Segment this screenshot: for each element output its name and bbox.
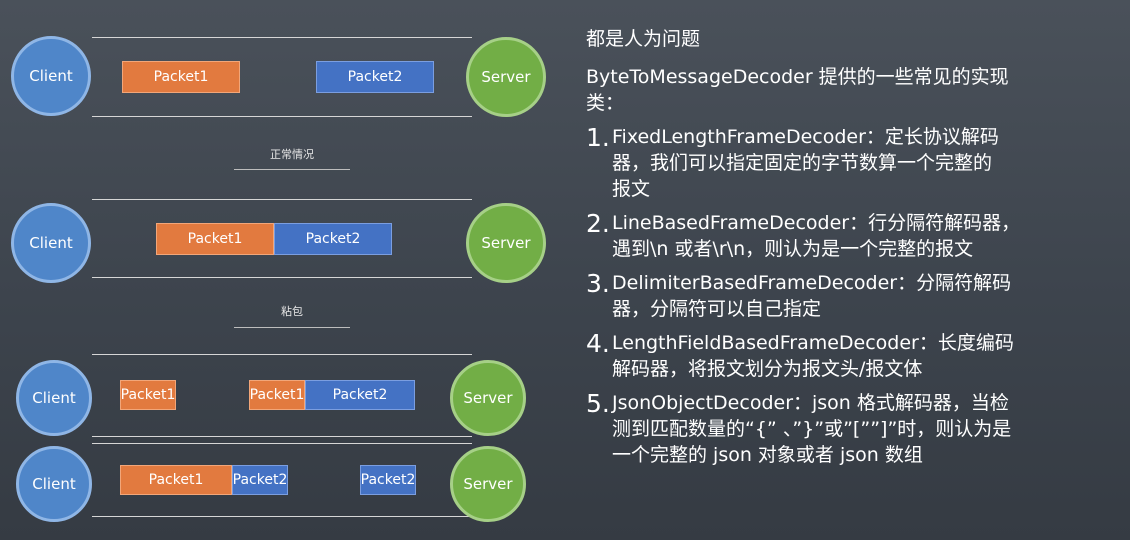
- item-text: 一个完整的 json 对象或者 json 数组: [612, 444, 923, 466]
- server-node: Server: [450, 360, 526, 436]
- item-text: 遇到\n 或者\r\n，则认为是一个完整的报文: [612, 238, 974, 260]
- caption-underline: [234, 169, 350, 170]
- channel-line-top: [92, 443, 472, 444]
- slide-heading: 都是人为问题: [586, 28, 701, 50]
- item-text: JsonObjectDecoder：json 格式解码器，当检: [612, 392, 1009, 414]
- item-text: LengthFieldBasedFrameDecoder：长度编码: [612, 332, 1014, 354]
- item-text: 器，分隔符可以自己指定: [612, 298, 822, 320]
- item-number: 1.: [586, 123, 610, 152]
- packet2-block: Packet2: [232, 465, 288, 495]
- packet2-block: Packet2: [360, 465, 416, 495]
- packet2-block: Packet2: [316, 61, 434, 93]
- packet-diagram: Client Server Packet1 Packet2 正常情况 Clien…: [0, 0, 560, 540]
- caption-sticky: 粘包: [281, 305, 303, 318]
- list-item-json-object: 5. JsonObjectDecoder：json 格式解码器，当检 测到匹配数…: [586, 390, 1116, 468]
- caption-underline: [234, 327, 350, 328]
- item-text: 器，我们可以指定固定的字节数算一个完整的: [612, 152, 993, 174]
- client-node: Client: [16, 360, 92, 436]
- channel-line-bottom: [92, 436, 472, 437]
- channel-line-bottom: [92, 277, 472, 278]
- packet2-block: Packet2: [274, 223, 392, 255]
- item-text: 报文: [612, 178, 651, 200]
- item-text: 解码器，将报文划分为报文头/报文体: [612, 358, 923, 380]
- item-text: 测到匹配数量的“{” 、”}”或”[””]”时，则认为是: [612, 418, 1012, 440]
- server-node: Server: [466, 37, 546, 117]
- client-node: Client: [11, 36, 91, 116]
- item-number: 5.: [586, 389, 610, 418]
- intro-text: ByteToMessageDecoder 提供的一些常见的实现: [586, 66, 1009, 88]
- item-number: 4.: [586, 329, 610, 358]
- channel-line-top: [92, 354, 472, 355]
- packet1-block: Packet1: [122, 61, 240, 93]
- server-node: Server: [450, 446, 526, 522]
- decoder-list-panel: 都是人为问题 ByteToMessageDecoder 提供的一些常见的实现 类…: [586, 26, 1116, 468]
- channel-line-bottom: [92, 116, 472, 117]
- item-number: 2.: [586, 209, 610, 238]
- item-number: 3.: [586, 269, 610, 298]
- item-text: FixedLengthFrameDecoder：定长协议解码: [612, 126, 999, 148]
- packet1-block: Packet1: [249, 380, 305, 410]
- packet1-block: Packet1: [156, 223, 274, 255]
- client-node: Client: [16, 446, 92, 522]
- server-node: Server: [466, 203, 546, 283]
- channel-line-top: [92, 37, 472, 38]
- caption-normal: 正常情况: [270, 148, 314, 161]
- client-node: Client: [11, 203, 91, 283]
- item-text: DelimiterBasedFrameDecoder：分隔符解码: [612, 272, 1012, 294]
- packet1-block: Packet1: [120, 380, 176, 410]
- list-item-delimiter-based: 3. DelimiterBasedFrameDecoder：分隔符解码 器，分隔…: [586, 270, 1116, 322]
- channel-line-top: [92, 199, 472, 200]
- intro-text: 类：: [586, 92, 625, 114]
- packet1-block: Packet1: [120, 465, 232, 495]
- item-text: LineBasedFrameDecoder：行分隔符解码器，: [612, 212, 1021, 234]
- channel-line-bottom: [92, 516, 472, 517]
- list-item-line-based: 2. LineBasedFrameDecoder：行分隔符解码器， 遇到\n 或…: [586, 210, 1116, 262]
- packet2-block: Packet2: [305, 380, 415, 410]
- list-item-fixed-length: 1. FixedLengthFrameDecoder：定长协议解码 器，我们可以…: [586, 124, 1116, 202]
- list-item-length-field: 4. LengthFieldBasedFrameDecoder：长度编码 解码器…: [586, 330, 1116, 382]
